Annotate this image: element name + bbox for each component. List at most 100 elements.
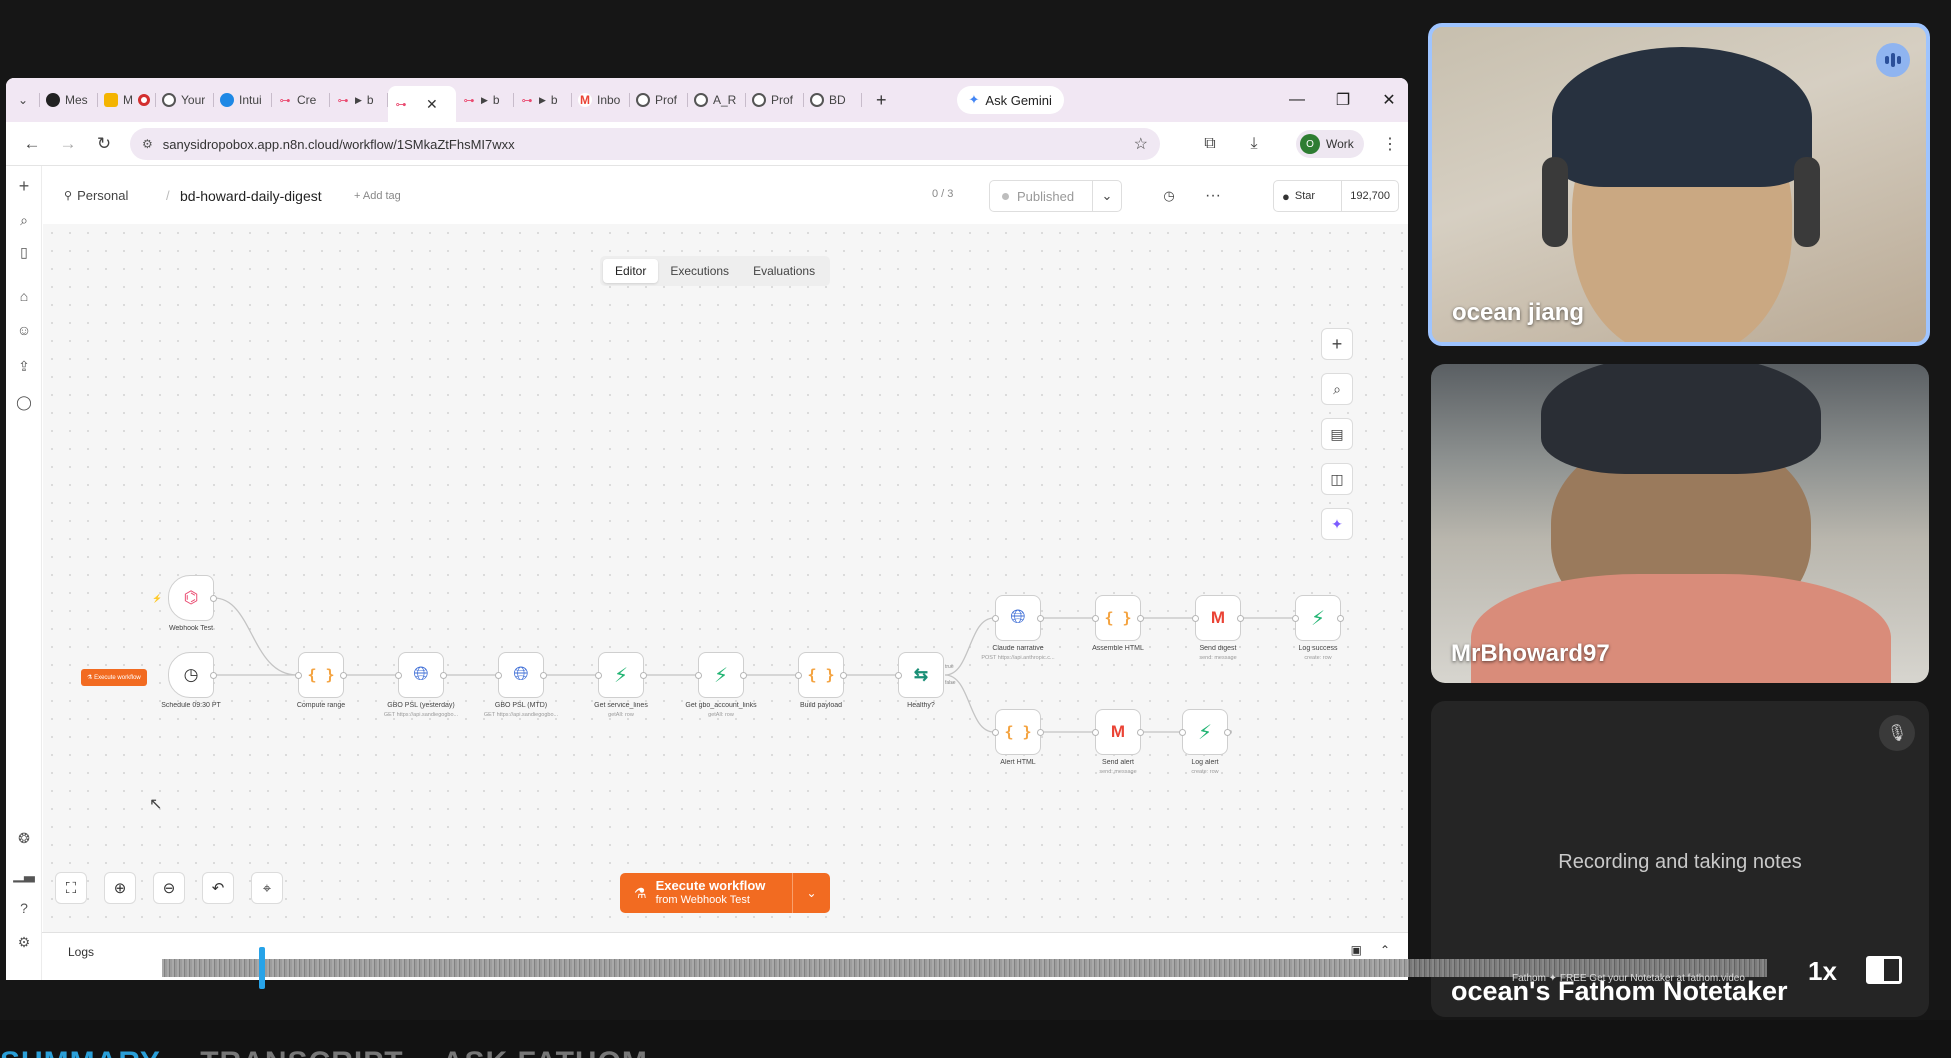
more-options-icon[interactable]: ··· [1198, 180, 1228, 212]
node-schedule[interactable]: ◷ [168, 652, 217, 698]
browser-tab[interactable]: Your [156, 85, 214, 115]
settings-gear-icon[interactable]: ⚙ [14, 932, 34, 952]
browser-tab-active[interactable]: ⊶ ✕ [388, 86, 456, 122]
insights-icon[interactable]: ▁▃ [13, 864, 35, 884]
close-tab-icon[interactable]: ✕ [426, 96, 438, 113]
browser-tab[interactable]: ⊶ ▶ b [330, 85, 388, 115]
workflow-canvas[interactable]: ⚗ Execute workflow ⚡ ⌬ Webhook Test ◷ Sc… [43, 224, 1408, 932]
site-info-icon[interactable]: ⚙ [142, 137, 153, 151]
node-gbo-psl-mtd[interactable]: 🌐︎ [495, 652, 547, 698]
node-get-service-lines[interactable]: ⚡︎ [595, 652, 647, 698]
tab-transcript[interactable]: TRANSCRIPT [200, 1046, 403, 1058]
tab-ask-fathom[interactable]: ASK FATHOM [442, 1046, 648, 1058]
pop-out-icon[interactable]: ▣ [1351, 943, 1362, 957]
templates-icon[interactable]: ❂ [14, 828, 34, 848]
kebab-menu-icon[interactable]: ⋮ [1378, 128, 1402, 160]
execute-from-here-badge[interactable]: ⚗ Execute workflow [81, 669, 147, 686]
browser-tab[interactable]: ⊶ ▶ b [456, 85, 514, 115]
help-icon[interactable]: ? [14, 898, 34, 918]
sticky-note-icon[interactable]: ▤ [1321, 418, 1353, 450]
share-icon[interactable]: ⇪ [14, 356, 34, 376]
tab-executions[interactable]: Executions [658, 259, 741, 283]
fit-view-icon[interactable]: ⛶ [55, 872, 87, 904]
bookmark-star-icon[interactable]: ☆ [1134, 134, 1148, 154]
url-field[interactable]: ⚙ sanysidropobox.app.n8n.cloud/workflow/… [130, 128, 1160, 160]
ai-assistant-icon[interactable]: ✦ [1321, 508, 1353, 540]
user-icon[interactable]: ☺ [14, 320, 34, 340]
download-icon[interactable]: ⤓ [1238, 128, 1270, 160]
node-compute-range[interactable]: { } [295, 652, 347, 698]
history-icon[interactable]: ◷ [1154, 180, 1184, 212]
node-gbo-psl-yesterday[interactable]: 🌐︎ [395, 652, 447, 698]
ask-gemini-button[interactable]: ✦ Ask Gemini [956, 86, 1064, 114]
node-build-payload[interactable]: { } [795, 652, 847, 698]
search-icon[interactable]: ⌕ [14, 210, 34, 230]
add-icon[interactable]: + [14, 176, 34, 196]
node-label: Alert HTML [1000, 759, 1036, 766]
tidy-up-icon[interactable]: ⌖ [251, 872, 283, 904]
picture-in-picture-icon[interactable] [1866, 956, 1902, 984]
published-button[interactable]: Published [989, 180, 1093, 212]
browser-tab[interactable]: ⊶ ▶ b [514, 85, 572, 115]
browser-tab[interactable]: A_R [688, 85, 746, 115]
new-tab-icon[interactable]: + [862, 90, 901, 111]
tab-editor[interactable]: Editor [603, 259, 659, 283]
video-tile-mrbhoward97[interactable]: MrBhoward97 [1431, 364, 1929, 683]
notetaker-name: ocean's Fathom Notetaker [1451, 976, 1788, 1006]
connections-layer [213, 597, 1335, 734]
tab-search-dropdown[interactable]: ⌄ [12, 85, 40, 115]
browser-tab[interactable]: Prof [746, 85, 804, 115]
browser-tab[interactable]: ⊶ Cre [272, 85, 330, 115]
chat-icon[interactable]: ◯ [14, 392, 34, 412]
side-panel-icon[interactable]: ◫ [1321, 463, 1353, 495]
panel-toggle-icon[interactable]: ▯ [14, 242, 34, 262]
zoom-in-icon[interactable]: ⊕ [104, 872, 136, 904]
node-send-alert[interactable]: M [1092, 709, 1144, 755]
undo-icon[interactable]: ↶ [202, 872, 234, 904]
browser-tab[interactable]: Prof [630, 85, 688, 115]
add-tag-button[interactable]: + Add tag [354, 190, 401, 202]
video-tile-ocean-jiang[interactable]: ocean jiang [1428, 23, 1930, 346]
execute-workflow-button[interactable]: ⚗ Execute workflow from Webhook Test ⌄ [620, 873, 830, 913]
screen: ⌄ Mes M Your Intui ⊶ Cre ⊶ ▶ b ⊶ ✕ ⊶ ▶ b ⊶ ▶ b M… [0, 0, 1951, 1058]
maximize-icon[interactable]: ❐ [1320, 78, 1366, 122]
chevron-up-icon[interactable]: ⌃ [1380, 943, 1390, 957]
back-arrow-icon[interactable]: ← [14, 126, 50, 162]
node-log-success[interactable]: ⚡︎ [1292, 595, 1344, 641]
workflow-name[interactable]: bd-howard-daily-digest [180, 188, 322, 204]
node-healthy-if[interactable]: ⇆ [895, 652, 944, 698]
playback-speed-button[interactable]: 1x [1808, 956, 1837, 987]
tab-evaluations[interactable]: Evaluations [741, 259, 827, 283]
volume-icon[interactable]: 🔈︎ [10, 954, 27, 987]
node-alert-html[interactable]: { } [992, 709, 1044, 755]
github-star-button[interactable]: ● Star 192,700 [1273, 180, 1399, 212]
search-nodes-icon[interactable]: ⌕ [1321, 373, 1353, 405]
node-assemble-html[interactable]: { } [1092, 595, 1144, 641]
reload-icon[interactable]: ↻ [86, 126, 122, 162]
profile-chip[interactable]: O Work [1296, 130, 1364, 158]
node-webhook-test[interactable]: ⌬ [168, 575, 217, 621]
forward-arrow-icon[interactable]: → [50, 126, 86, 162]
execute-dropdown-icon[interactable]: ⌄ [792, 873, 830, 913]
node-log-alert[interactable]: ⚡︎ [1179, 709, 1231, 755]
home-icon[interactable]: ⌂ [14, 286, 34, 306]
browser-tab[interactable]: BD [804, 85, 862, 115]
tab-summary[interactable]: SUMMARY [0, 1046, 161, 1058]
node-claude-narrative[interactable]: 🌐︎ [992, 595, 1044, 641]
node-get-gbo-account-links[interactable]: ⚡︎ [695, 652, 747, 698]
browser-tab[interactable]: M Inbo [572, 85, 630, 115]
close-window-icon[interactable]: ✕ [1366, 78, 1408, 122]
browser-tab[interactable]: Intui [214, 85, 272, 115]
browser-tab[interactable]: Mes [40, 85, 98, 115]
minimize-icon[interactable]: — [1274, 78, 1320, 122]
favicon-icon [220, 93, 234, 107]
playhead-handle[interactable] [259, 947, 265, 989]
publish-dropdown-icon[interactable]: ⌄ [1092, 180, 1122, 212]
browser-tab[interactable]: M [98, 85, 156, 115]
execute-main[interactable]: ⚗ Execute workflow from Webhook Test [620, 879, 792, 907]
breadcrumb-owner[interactable]: ⚲ Personal [64, 188, 128, 203]
extensions-icon[interactable]: ⧉ [1194, 128, 1226, 160]
add-node-icon[interactable]: + [1321, 328, 1353, 360]
zoom-out-icon[interactable]: ⊖ [153, 872, 185, 904]
node-send-digest[interactable]: M [1192, 595, 1244, 641]
